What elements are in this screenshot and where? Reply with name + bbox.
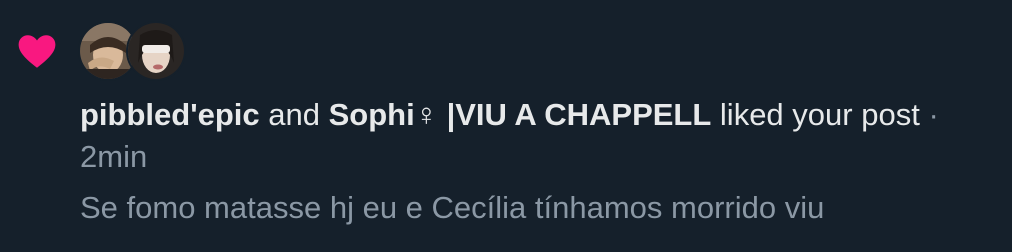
- separator-dot: ·: [928, 97, 939, 132]
- user1-name[interactable]: pibbled'epic: [80, 97, 260, 132]
- heart-icon: [18, 35, 56, 68]
- post-preview[interactable]: Se fomo matasse hj eu e Cecília tínhamos…: [80, 188, 990, 228]
- notification-headline: pibbled'epic and Sophi♀ |VIU A CHAPPELL …: [80, 94, 990, 178]
- action-text: liked your post: [719, 97, 920, 132]
- avatar-group: [78, 21, 188, 81]
- timestamp: 2min: [80, 139, 148, 174]
- notification-text: pibbled'epic and Sophi♀ |VIU A CHAPPELL …: [80, 94, 990, 228]
- avatar-user2[interactable]: [126, 21, 186, 81]
- user2-name[interactable]: Sophi♀ |VIU A CHAPPELL: [329, 97, 712, 132]
- connector-text: and: [268, 97, 320, 132]
- like-notification[interactable]: pibbled'epic and Sophi♀ |VIU A CHAPPELL …: [0, 0, 1012, 252]
